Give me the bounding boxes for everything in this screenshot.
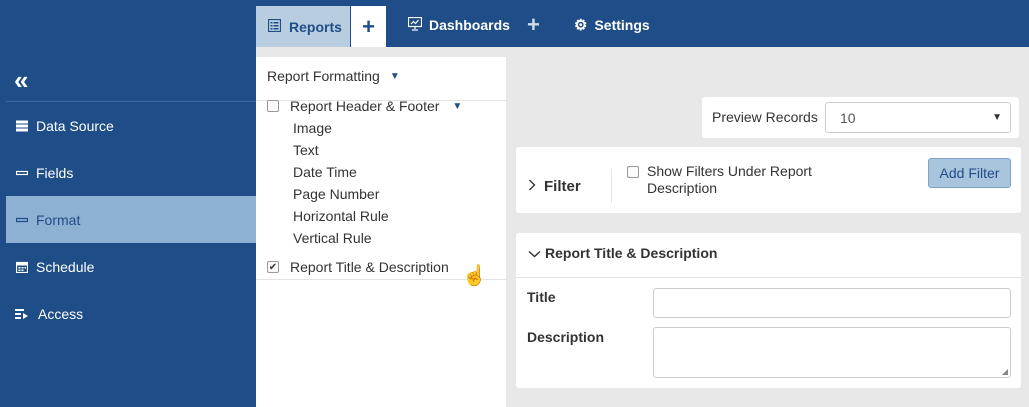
- minus-icon: [15, 214, 28, 226]
- sidebar-item-access[interactable]: Access: [6, 290, 256, 337]
- hand-pointer-icon: ☝: [462, 265, 487, 287]
- plus-icon: +: [527, 12, 540, 37]
- collapse-sidebar-icon[interactable]: «: [14, 67, 28, 93]
- sidebar: « Data Source Fields Format Schedule Acc…: [6, 57, 256, 407]
- format-item-image[interactable]: Image: [293, 120, 332, 136]
- tab-dashboards-label: Dashboards: [429, 17, 510, 33]
- filter-label: Filter: [544, 178, 581, 195]
- divider: [516, 277, 1021, 278]
- preview-records-value: 10: [840, 109, 856, 126]
- add-filter-button[interactable]: Add Filter: [928, 158, 1011, 188]
- format-item-page-number[interactable]: Page Number: [293, 186, 379, 202]
- calendar-icon: [15, 261, 28, 273]
- report-list-icon: [267, 18, 282, 35]
- resize-handle-icon[interactable]: ◢: [1002, 367, 1008, 376]
- sidebar-item-label: Format: [36, 211, 81, 228]
- format-item-horizontal-rule[interactable]: Horizontal Rule: [293, 208, 389, 224]
- format-item-date-time[interactable]: Date Time: [293, 164, 357, 180]
- header-footer-option: Report Header & Footer ▼: [267, 98, 462, 114]
- show-filters-checkbox[interactable]: [627, 166, 639, 178]
- description-textarea[interactable]: ◢: [653, 327, 1011, 378]
- format-panel-title: Report Formatting: [267, 68, 380, 84]
- tab-settings-label: Settings: [594, 17, 650, 33]
- plus-icon: +: [362, 13, 375, 39]
- title-description-panel: Report Title & Description Title Descrip…: [516, 233, 1021, 388]
- sidebar-item-label: Data Source: [36, 117, 114, 134]
- caret-down-icon: ▼: [992, 112, 1002, 123]
- title-description-toggle[interactable]: Report Title & Description: [528, 245, 717, 261]
- tab-dashboards[interactable]: Dashboards: [407, 12, 510, 38]
- sidebar-item-label: Fields: [36, 164, 74, 181]
- preview-records-select[interactable]: 10 ▼: [825, 102, 1011, 133]
- preview-records-label: Preview Records: [712, 109, 818, 125]
- sidebar-item-format[interactable]: Format: [6, 196, 256, 243]
- sidebar-item-label: Schedule: [36, 258, 95, 275]
- add-report-button[interactable]: +: [351, 6, 386, 47]
- header-footer-checkbox[interactable]: [267, 100, 279, 112]
- dashboard-icon: [407, 16, 423, 34]
- sidebar-item-fields[interactable]: Fields: [6, 149, 256, 196]
- chevron-right-icon: [528, 178, 536, 195]
- header-footer-label: Report Header & Footer: [290, 98, 440, 114]
- add-dashboard-button[interactable]: +: [527, 12, 540, 38]
- caret-down-icon: ▼: [389, 70, 400, 82]
- report-formatting-dropdown[interactable]: Report Formatting ▼: [267, 68, 400, 84]
- title-input[interactable]: [653, 288, 1011, 318]
- description-field-label: Description: [527, 329, 605, 345]
- title-description-checkbox[interactable]: ✔: [267, 261, 279, 273]
- format-panel: Report Formatting ▼ Report Header & Foot…: [256, 57, 506, 407]
- tab-reports[interactable]: Reports: [256, 6, 350, 47]
- divider: [611, 169, 612, 203]
- caret-down-icon[interactable]: ▼: [452, 101, 462, 112]
- sidebar-item-label: Access: [38, 305, 84, 322]
- format-item-text[interactable]: Text: [293, 142, 319, 158]
- show-filters-label: Show Filters Under Report Description: [647, 163, 812, 196]
- sidebar-item-schedule[interactable]: Schedule: [6, 243, 256, 290]
- access-list-icon: [15, 308, 28, 320]
- tab-reports-label: Reports: [289, 18, 342, 35]
- top-nav-bar: Reports + Dashboards + ⚙ Settings: [0, 0, 1029, 47]
- title-description-heading: Report Title & Description: [545, 245, 718, 261]
- filter-toggle[interactable]: Filter: [528, 178, 581, 195]
- sidebar-item-data-source[interactable]: Data Source: [6, 102, 256, 149]
- gear-icon: ⚙: [574, 17, 588, 34]
- panel-gap: [256, 47, 506, 57]
- filter-panel: Filter Show Filters Under Report Descrip…: [516, 147, 1021, 213]
- title-description-label: Report Title & Description: [290, 259, 449, 275]
- preview-records-panel: Preview Records 10 ▼: [702, 97, 1019, 138]
- format-item-vertical-rule[interactable]: Vertical Rule: [293, 230, 372, 246]
- minus-icon: [15, 167, 28, 179]
- title-description-option: ✔ Report Title & Description: [267, 259, 449, 275]
- title-field-label: Title: [527, 289, 556, 305]
- chevron-down-icon: [528, 245, 541, 261]
- database-icon: [15, 120, 28, 132]
- tab-settings[interactable]: ⚙ Settings: [574, 12, 650, 38]
